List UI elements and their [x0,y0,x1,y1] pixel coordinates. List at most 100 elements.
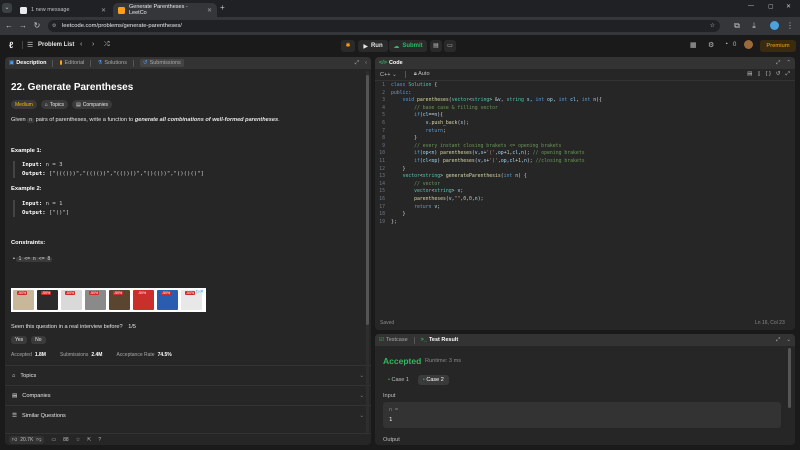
code-line[interactable]: 1 class Solution { [375,82,795,90]
minimize-icon[interactable]: — [748,3,754,9]
help-icon[interactable]: ? [98,437,101,443]
yes-button[interactable]: Yes [11,336,28,344]
thumbs-up-icon[interactable]: 👍︎ [12,437,17,443]
prev-problem-icon[interactable]: ‹ [80,41,82,48]
close-tab-icon[interactable]: ✕ [207,7,212,14]
code-line[interactable]: 7 return; [375,128,795,136]
notebook-icon[interactable]: ▤ [747,71,752,78]
code-line[interactable]: 10 if(op<n) parentheses(v,s+'(',op+1,cl,… [375,150,795,158]
new-tab-button[interactable]: + [220,3,225,12]
layout-icon[interactable]: ▦ [690,41,697,49]
tab-editorial[interactable]: ▮ Editorial [59,60,84,66]
code-line[interactable]: 9 // every instant closing brakets <= op… [375,143,795,151]
site-info-icon[interactable]: ⚙ [52,20,56,32]
code-editor[interactable]: 1 class Solution {2 public: 3 void parenthe… [375,82,795,226]
case-1-button[interactable]: • Case 1 [383,375,414,385]
code-line[interactable]: 6 v.push_back(s); [375,120,795,128]
browser-tab-leetcode[interactable]: Generate Parentheses - LeetCo ✕ [113,3,217,17]
code-line[interactable]: 5 if(cl==n){ [375,112,795,120]
ad-banner[interactable]: -50% -50% -50% -50% -50% -50% -50% -50% ▷✕ [11,288,206,312]
user-avatar[interactable] [744,40,753,49]
extensions-icon[interactable]: ⧉ [731,20,743,32]
maximize-panel-icon[interactable]: ⤢ [776,60,780,67]
accordion-similar-questions[interactable]: ☰ Similar Questions ⌄ [5,405,371,425]
premium-button[interactable]: Premium [760,40,796,52]
profile-avatar[interactable] [770,21,779,30]
leetcode-logo-icon[interactable]: ℓ [9,40,18,50]
browser-menu-icon[interactable]: ⋮ [784,20,796,32]
submit-button[interactable]: ☁ Submit [389,40,427,52]
code-line[interactable]: 12 } [375,166,795,174]
streak-icon[interactable]: ◔ [724,41,728,48]
scrollbar-thumb[interactable] [788,348,791,408]
lock-icon: 🔒︎ [413,71,417,77]
maximize-panel-icon[interactable]: ⤢ [355,60,359,67]
collapse-panel-icon[interactable]: ⌃ [786,60,791,66]
code-line[interactable]: 19}; [375,219,795,227]
code-line[interactable]: 18 } [375,211,795,219]
settings-icon[interactable]: ⚙ [708,41,714,49]
maximize-panel-icon[interactable]: ⤢ [776,337,780,344]
forward-icon[interactable]: → [17,20,29,32]
code-text: // base case & filling vector [414,105,498,111]
tab-test-result[interactable]: >_ Test Result [421,337,459,343]
topics-tag[interactable]: ⌂ Topics [40,100,69,109]
tab-search-icon[interactable]: ⌄ [2,3,12,13]
code-line[interactable]: 11 if(cl<op) parentheses(v,s+')',op,cl+1… [375,158,795,166]
terminal-icon: >_ [420,337,427,343]
code-line[interactable]: 17 return v; [375,204,795,212]
collapse-panel-icon[interactable]: ‹ [365,60,367,66]
input-value: 1 [389,417,393,423]
collapse-panel-icon[interactable]: ⌄ [786,337,791,343]
run-button[interactable]: ▶ Run [358,40,388,52]
download-icon[interactable]: ⤓ [748,20,760,32]
language-select[interactable]: C++ ⌄ [380,72,397,78]
tab-submissions[interactable]: ↺ Submissions [139,59,184,67]
share-icon[interactable]: ⇱ [87,437,91,443]
address-bar[interactable]: ⚙ leetcode.com/problems/generate-parenth… [48,20,720,32]
code-line[interactable]: 2 public: [375,90,795,98]
companies-tag[interactable]: ▤ Companies [72,100,113,109]
auto-toggle[interactable]: 🔒︎ Auto [414,71,430,78]
bookmark-star-icon[interactable]: ☆ [710,20,715,32]
reset-icon[interactable]: ↺ [776,71,781,78]
code-line[interactable]: 13 vector<string> generateParenthesis(in… [375,173,795,181]
code-line[interactable]: 14 // vector [375,181,795,189]
problem-list-link[interactable]: Problem List [38,42,74,48]
debug-icon[interactable]: ✱ [341,40,355,52]
code-line[interactable]: 15 vector<string> v; [375,188,795,196]
maximize-icon[interactable]: ▢ [768,3,774,10]
tab-testcase[interactable]: ☑ Testcase [379,337,408,343]
reload-icon[interactable]: ↻ [31,20,43,32]
scrollbar-track[interactable] [366,71,369,433]
braces-icon[interactable]: { } [766,71,771,78]
code-line[interactable]: 16 parentheses(v,"",0,0,n); [375,196,795,204]
accordion-topics[interactable]: ⌂ Topics ⌄ [5,365,371,385]
next-problem-icon[interactable]: › [92,41,94,48]
bookmark-icon[interactable]: ▯ [757,71,760,78]
browser-tab-messages[interactable]: 1 new message ✕ [15,3,111,17]
code-line[interactable]: 4 // base case & filling vector [375,105,795,113]
no-button[interactable]: No [31,336,46,344]
case-2-button[interactable]: • Case 2 [417,375,449,385]
close-tab-icon[interactable]: ✕ [101,7,106,14]
auto-label: Auto [418,71,430,77]
window-close-icon[interactable]: ✕ [786,3,791,10]
tab-description[interactable]: ▣ Description [9,60,46,66]
ad-choices-icon[interactable]: ▷✕ [196,289,204,295]
shuffle-icon[interactable]: ⤮ [104,41,110,49]
comment-icon[interactable]: ▭ [51,437,56,443]
accordion-companies[interactable]: ▤ Companies ⌄ [5,385,371,405]
notes-icon[interactable]: ▤ [430,40,442,52]
tab-code[interactable]: </> Code [379,60,403,66]
streak-count: 0 [733,42,737,48]
expand-icon[interactable]: ⤢ [786,71,790,78]
back-icon[interactable]: ← [3,20,15,32]
tab-solutions[interactable]: ⚗ Solutions [97,60,127,66]
thumbs-down-icon[interactable]: 👎︎ [36,437,41,443]
scrollbar-thumb[interactable] [366,75,369,325]
code-line[interactable]: 3 void parentheses(vector<string> &v, st… [375,97,795,105]
code-line[interactable]: 8 } [375,135,795,143]
star-icon[interactable]: ☆ [76,437,80,443]
chat-icon[interactable]: ▭ [444,40,456,52]
